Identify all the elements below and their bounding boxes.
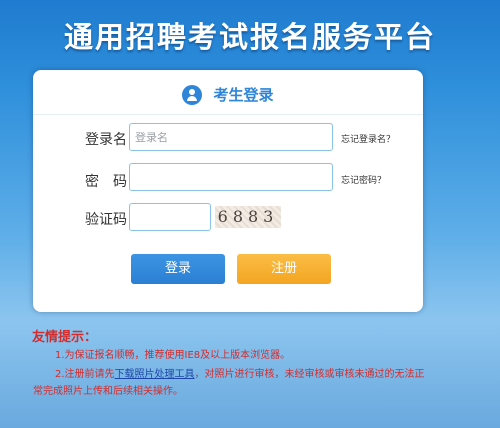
captcha-label: 验证码 bbox=[85, 212, 127, 228]
username-label: 登录名 bbox=[85, 132, 127, 148]
password-label: 密 码 bbox=[85, 174, 127, 190]
site-title: 通用招聘考试报名服务平台 bbox=[63, 20, 436, 54]
login-button[interactable]: 登录 bbox=[131, 254, 225, 284]
forgot-username-link[interactable]: 忘记登录名？ bbox=[341, 132, 395, 145]
user-icon bbox=[182, 84, 203, 105]
username-input[interactable] bbox=[129, 123, 333, 151]
login-header: 考生登录 bbox=[33, 84, 423, 105]
forgot-password-link[interactable]: 忘记密码？ bbox=[341, 173, 386, 186]
download-tool-link[interactable]: 下载照片处理工具 bbox=[115, 369, 195, 380]
captcha-input[interactable] bbox=[129, 203, 211, 231]
notice-item-2-prefix: 2.注册前请先 bbox=[55, 369, 115, 380]
header-divider bbox=[33, 114, 423, 115]
notice-item-2-suffix: ，对照片进行审核，未经审核或审核未通过的无法正 bbox=[194, 369, 425, 380]
register-button[interactable]: 注册 bbox=[237, 254, 331, 284]
login-title: 考生登录 bbox=[213, 86, 274, 104]
captcha-image[interactable]: 6883 bbox=[215, 206, 281, 228]
notice-item-1: 1.为保证报名顺畅，推荐使用IE8及以上版本浏览器。 bbox=[55, 350, 291, 361]
login-card: 考生登录 登录名 忘记登录名？ 密 码 忘记密码？ 验证码 6883 登录 注册 bbox=[33, 70, 423, 312]
notice-item-2-continued: 常完成照片上传和后续相关操作。 bbox=[33, 386, 183, 397]
notice-item-2: 2.注册前请先下载照片处理工具，对照片进行审核，未经审核或审核未通过的无法正 bbox=[55, 367, 425, 382]
password-input[interactable] bbox=[129, 163, 333, 191]
notice-title: 友情提示： bbox=[32, 330, 98, 345]
